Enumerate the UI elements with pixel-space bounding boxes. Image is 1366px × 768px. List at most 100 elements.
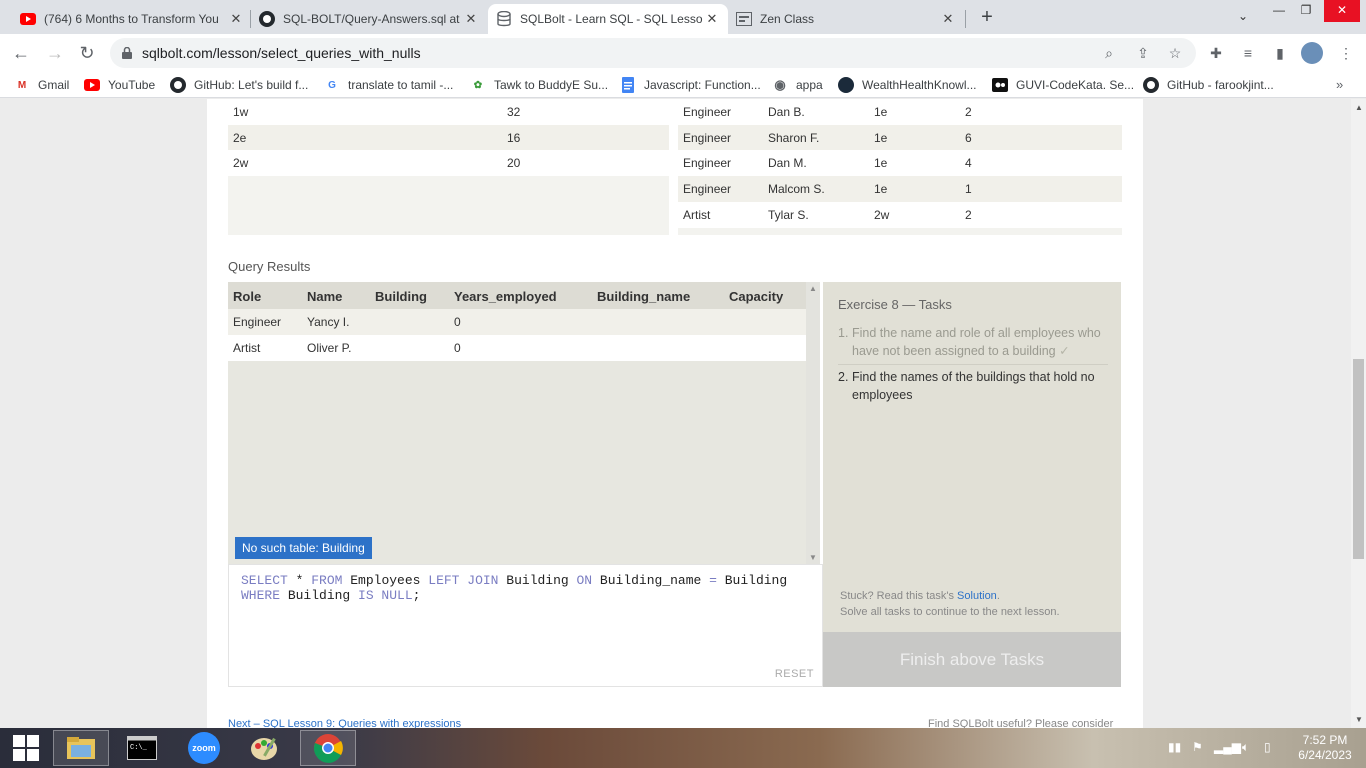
signal-icon[interactable]: ▂▄▆ [1214,740,1241,754]
reload-icon[interactable]: ↻ [76,42,98,64]
volume-icon[interactable]: 🔈︎ [1242,740,1249,755]
close-window-button[interactable]: ✕ [1324,0,1360,22]
system-clock[interactable]: 7:52 PM 6/24/2023 [1290,733,1360,763]
bookmark-wealthhealth[interactable]: WealthHealthKnowl... [838,76,977,94]
bookmark-tawk[interactable]: ✿ Tawk to BuddyE Su... [470,76,608,94]
years-cell: 0 [454,315,461,329]
bookmark-appa[interactable]: ◉ appa [772,76,822,94]
tab-title: Zen Class [760,12,815,26]
checkmark-icon: ✓ [1059,344,1070,358]
power-icon[interactable]: ▯ [1264,740,1271,754]
bookmark-label: YouTube [108,78,156,92]
bookmark-github-farook[interactable]: GitHub - farookjint... [1143,76,1274,94]
query-results-label: Query Results [228,259,311,274]
close-tab-icon[interactable]: ✕ [228,11,244,27]
close-tab-icon[interactable]: ✕ [704,11,720,27]
tawk-icon: ✿ [473,79,483,91]
close-tab-icon[interactable]: ✕ [940,11,956,27]
reading-list-icon[interactable]: ≡ [1238,43,1258,63]
solution-link[interactable]: Solution [957,590,997,602]
zoom-icon[interactable]: ⌕ [1100,44,1118,62]
building-name-cell: 2e [233,131,247,145]
results-scrollbar[interactable]: ▲ ▼ [806,282,820,564]
file-explorer-icon[interactable] [53,730,109,766]
zoom-app-icon[interactable]: zoom [176,730,232,766]
years-cell: 2 [965,208,972,222]
scroll-up-icon[interactable]: ▲ [809,284,817,293]
years-cell: 0 [454,341,461,355]
youtube-icon [20,11,36,27]
tab-strip: (764) 6 Months to Transform You ✕ SQL-BO… [0,0,1366,34]
next-lesson-link[interactable]: Next – SQL Lesson 9: Queries with expres… [228,718,461,728]
zoom-label: zoom [188,732,220,764]
table-row: Artist Tylar S. 2w 2 [678,202,1122,228]
capacity-cell: 20 [507,156,521,170]
tab-sqlbolt[interactable]: SQLBolt - Learn SQL - SQL Lesso ✕ [488,4,728,34]
extensions-icon[interactable]: ✚ [1206,43,1226,63]
reset-button[interactable]: RESET [775,668,814,680]
years-cell: 6 [965,131,972,145]
scrollbar-thumb[interactable] [1353,359,1364,559]
side-panel-icon[interactable]: ▮ [1270,43,1290,63]
bookmark-guvi[interactable]: GUVI-CodeKata. Se... [992,76,1134,94]
page-scrollbar[interactable]: ▲ ▼ [1351,99,1366,728]
new-tab-button[interactable]: + [976,6,998,28]
role-cell: Engineer [233,315,282,329]
terminal-icon[interactable]: C:\_ [114,730,170,766]
sql-editor[interactable]: SELECT * FROM Employees LEFT JOIN Buildi… [228,564,823,687]
card-footer: Next – SQL Lesson 9: Queries with expres… [207,711,1143,728]
menu-icon[interactable]: ⋮ [1336,43,1356,63]
building-name-cell: 2w [233,156,249,170]
tab-search-icon[interactable]: ⌄ [1228,6,1258,28]
bookmark-javascript[interactable]: Javascript: Function... [620,76,761,94]
tab-zen-class[interactable]: Zen Class ✕ [728,4,964,34]
minimize-button[interactable]: — [1264,0,1294,22]
bookmark-translate[interactable]: Gtranslate to tamil -... [324,76,453,94]
bookmark-label: GUVI-CodeKata. Se... [1016,78,1135,92]
bookmarks-bar: M Gmail YouTube GitHub: Let's build f... … [0,72,1366,98]
close-tab-icon[interactable]: ✕ [463,11,479,27]
building-name-cell: 1w [233,105,249,119]
error-message: No such table: Building [235,537,372,559]
bookmark-youtube[interactable]: YouTube [84,76,155,94]
address-bar[interactable]: sqlbolt.com/lesson/select_queries_with_n… [110,38,1196,68]
finish-tasks-button[interactable]: Finish above Tasks [823,632,1121,687]
sql-operator: = [709,573,717,588]
paint-icon[interactable] [237,730,293,766]
column-header: Role [233,289,262,304]
bookmark-gmail[interactable]: M Gmail [14,76,70,94]
restore-button[interactable]: ❐ [1291,0,1321,22]
tab-youtube[interactable]: (764) 6 Months to Transform You ✕ [12,4,252,34]
flag-icon[interactable]: ⚑ [1192,740,1203,754]
scroll-down-icon[interactable]: ▼ [1355,715,1363,724]
stuck-hint: Stuck? Read this task's Solution. Solve … [840,588,1060,620]
chrome-icon[interactable] [300,730,356,766]
network-bars-icon[interactable]: ▮▮ [1168,740,1181,754]
more-bookmarks-icon[interactable]: » [1336,77,1343,92]
windows-start-icon[interactable] [0,730,52,766]
profile-avatar[interactable] [1301,42,1323,64]
back-icon[interactable]: ← [10,42,32,64]
sql-code[interactable]: SELECT * FROM Employees LEFT JOIN Buildi… [241,573,787,603]
sql-keyword: LEFT JOIN [428,573,499,588]
scroll-down-icon[interactable]: ▼ [809,553,817,562]
table-row: Artist Oliver P. 0 [228,335,806,361]
building-cell: 1e [874,105,888,119]
sql-keyword: WHERE [241,588,281,603]
tab-divider [965,10,966,28]
role-cell: Artist [233,341,261,355]
forward-icon[interactable]: → [44,42,66,64]
star-icon[interactable]: ☆ [1166,44,1184,62]
column-header: Building [375,289,427,304]
scroll-up-icon[interactable]: ▲ [1355,103,1363,112]
share-icon[interactable]: ⇪ [1134,44,1152,62]
support-hint: Find SQLBolt useful? Please consider [928,718,1114,728]
tab-github[interactable]: SQL-BOLT/Query-Answers.sql at ✕ [251,4,487,34]
query-results-table: Role Name Building Years_employed Buildi… [228,282,820,564]
tab-title: SQL-BOLT/Query-Answers.sql at [283,12,460,26]
role-cell: Engineer [683,131,732,145]
clock-date: 6/24/2023 [1298,748,1352,762]
bookmark-github[interactable]: GitHub: Let's build f... [170,76,308,94]
tab-title: SQLBolt - Learn SQL - SQL Lesso [520,12,703,26]
tasks-panel: Exercise 8 — Tasks 1. Find the name and … [823,282,1121,632]
